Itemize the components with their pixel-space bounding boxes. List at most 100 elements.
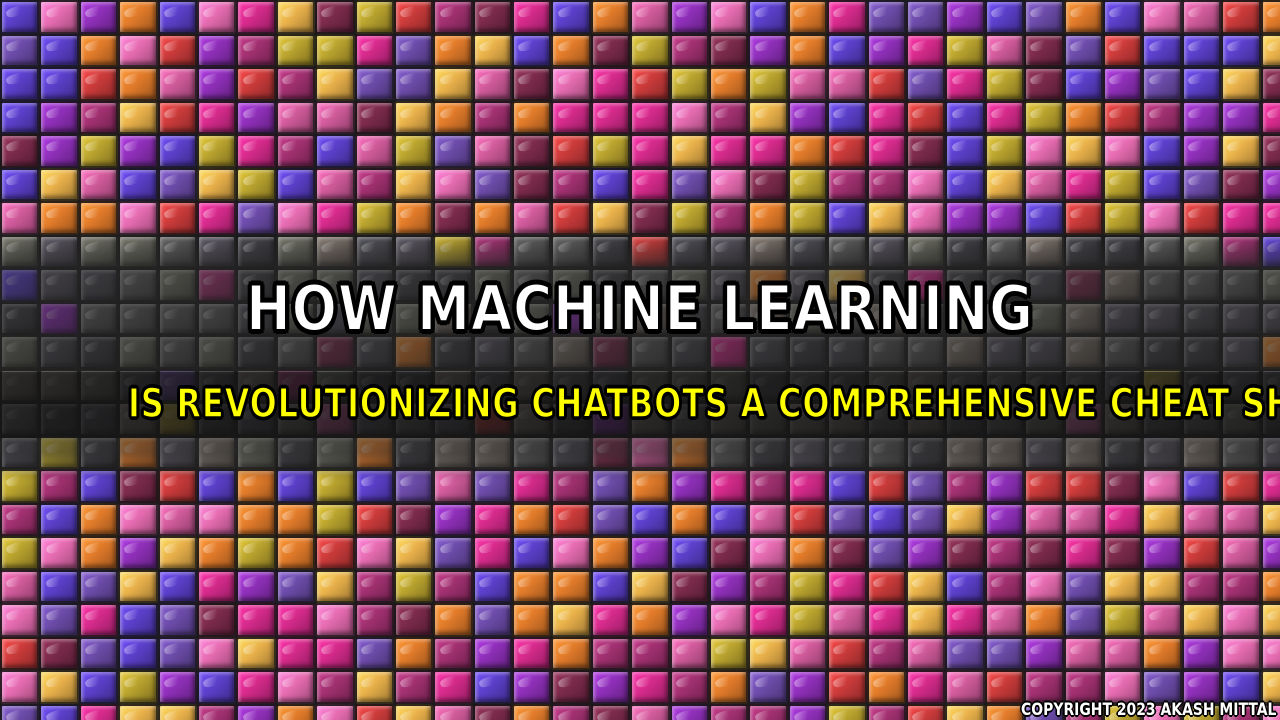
mosaic-tile [590, 435, 631, 469]
mosaic-tile [709, 636, 749, 670]
mosaic-tile [709, 201, 749, 235]
mosaic-tile [1102, 603, 1143, 637]
mosaic-tile [236, 435, 276, 469]
mosaic-tile [709, 33, 749, 67]
mosaic-tile [393, 67, 434, 101]
mosaic-tile [1221, 536, 1261, 570]
mosaic-tile [393, 201, 434, 235]
mosaic-tile [827, 435, 867, 469]
mosaic-tile [433, 670, 473, 704]
mosaic-tile [630, 134, 670, 168]
mosaic-tile [393, 536, 434, 570]
mosaic-tile [0, 167, 40, 201]
mosaic-tile [39, 435, 79, 469]
mosaic-tile [669, 670, 710, 704]
mosaic-tile [1181, 100, 1222, 134]
mosaic-tile [590, 469, 631, 503]
mosaic-tile [512, 67, 552, 101]
mosaic-tile [39, 201, 79, 235]
mosaic-tile [1181, 469, 1222, 503]
mosaic-tile [0, 569, 40, 603]
mosaic-tile [354, 502, 394, 536]
mosaic-tile [630, 603, 670, 637]
mosaic-tile [590, 134, 631, 168]
mosaic-tile [315, 201, 355, 235]
mosaic-tile [472, 703, 513, 720]
mosaic-tile [1063, 502, 1103, 536]
mosaic-tile [196, 100, 237, 134]
mosaic-tile [827, 134, 867, 168]
mosaic-tile [905, 670, 946, 704]
mosaic-tile [1024, 134, 1064, 168]
mosaic-tile [827, 0, 867, 34]
mosaic-tile [866, 67, 906, 101]
mosaic-tile [236, 670, 276, 704]
mosaic-tile [630, 0, 670, 34]
mosaic-tile [472, 33, 513, 67]
mosaic-tile [630, 100, 670, 134]
mosaic-tile [393, 469, 434, 503]
mosaic-tile [315, 0, 355, 34]
mosaic-tile [1102, 201, 1143, 235]
mosaic-tile [748, 234, 788, 268]
mosaic-tile [196, 536, 237, 570]
mosaic-tile [787, 201, 828, 235]
mosaic-tile [118, 33, 158, 67]
mosaic-tile [39, 301, 79, 335]
mosaic-tile [275, 603, 316, 637]
mosaic-tile [1024, 67, 1064, 101]
mosaic-tile [709, 536, 749, 570]
mosaic-tile [354, 469, 394, 503]
mosaic-tile [393, 603, 434, 637]
mosaic-tile [945, 100, 985, 134]
mosaic-tile [866, 569, 906, 603]
mosaic-tile [472, 569, 513, 603]
mosaic-tile [787, 603, 828, 637]
mosaic-tile [1181, 670, 1222, 704]
mosaic-tile [315, 569, 355, 603]
mosaic-tile [236, 201, 276, 235]
mosaic-tile [315, 100, 355, 134]
mosaic-tile [827, 67, 867, 101]
mosaic-tile [669, 0, 710, 34]
mosaic-tile [905, 469, 946, 503]
mosaic-tile [945, 469, 985, 503]
mosaic-tile [1221, 167, 1261, 201]
mosaic-tile [1102, 435, 1143, 469]
mosaic-tile [433, 636, 473, 670]
mosaic-tile [1260, 167, 1280, 201]
mosaic-tile [1221, 435, 1261, 469]
mosaic-tile [1063, 167, 1103, 201]
mosaic-tile [590, 502, 631, 536]
mosaic-tile [512, 0, 552, 34]
mosaic-tile [78, 502, 119, 536]
thumbnail-canvas: HOW MACHINE LEARNING IS REVOLUTIONIZING … [0, 0, 1280, 720]
mosaic-tile [905, 536, 946, 570]
mosaic-tile [1024, 569, 1064, 603]
mosaic-tile [157, 0, 197, 34]
mosaic-tile [1221, 469, 1261, 503]
mosaic-tile [78, 569, 119, 603]
mosaic-tile [433, 435, 473, 469]
mosaic-tile [157, 469, 197, 503]
mosaic-tile [1181, 234, 1222, 268]
mosaic-tile [0, 134, 40, 168]
mosaic-tile [866, 33, 906, 67]
mosaic-tile [157, 67, 197, 101]
mosaic-tile [315, 670, 355, 704]
mosaic-tile [0, 636, 40, 670]
mosaic-tile [551, 67, 591, 101]
mosaic-tile [669, 100, 710, 134]
mosaic-tile [905, 167, 946, 201]
mosaic-tile [39, 569, 79, 603]
mosaic-tile [0, 100, 40, 134]
mosaic-tile [866, 469, 906, 503]
mosaic-tile [118, 502, 158, 536]
mosaic-tile [39, 33, 79, 67]
mosaic-tile [551, 569, 591, 603]
mosaic-tile [630, 33, 670, 67]
mosaic-tile [748, 100, 788, 134]
mosaic-tile [354, 603, 394, 637]
mosaic-tile [590, 569, 631, 603]
mosaic-tile [275, 569, 316, 603]
